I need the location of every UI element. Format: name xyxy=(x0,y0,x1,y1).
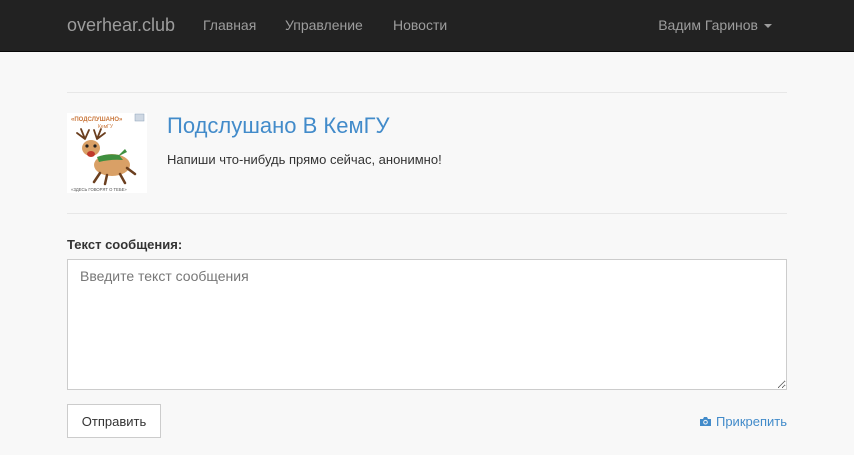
message-field-label: Текст сообщения: xyxy=(67,237,183,252)
attach-link[interactable]: Прикрепить xyxy=(699,414,787,429)
user-menu-dropdown[interactable]: Вадим Гаринов xyxy=(658,17,772,33)
group-title-link[interactable]: Подслушано В КемГУ xyxy=(167,113,389,139)
nav-link-home[interactable]: Главная xyxy=(203,17,256,33)
nav-link-news[interactable]: Новости xyxy=(393,17,447,33)
divider-top xyxy=(67,92,787,93)
brand-link[interactable]: overhear.club xyxy=(67,15,175,36)
divider-middle xyxy=(67,213,787,214)
caret-down-icon xyxy=(764,24,772,29)
logo-bottom-text: «ЗДЕСЬ ГОВОРЯТ О ТЕБЕ» xyxy=(71,187,127,192)
reindeer-logo-image: «ПОДСЛУШАНО» КемГУ «ЗДЕСЬ ГОВОРЯТ О ТЕБЕ… xyxy=(67,113,147,193)
nav-link-management[interactable]: Управление xyxy=(285,17,363,33)
top-navbar: overhear.club Главная Управление Новости… xyxy=(0,0,854,52)
logo-top-text: «ПОДСЛУШАНО» xyxy=(71,117,123,123)
group-description: Напиши что-нибудь прямо сейчас, анонимно… xyxy=(167,152,442,167)
attach-label: Прикрепить xyxy=(715,414,787,429)
user-name: Вадим Гаринов xyxy=(658,17,758,33)
message-textarea[interactable] xyxy=(67,259,787,390)
group-logo: «ПОДСЛУШАНО» КемГУ «ЗДЕСЬ ГОВОРЯТ О ТЕБЕ… xyxy=(67,113,147,193)
camera-icon xyxy=(699,417,711,426)
send-button[interactable]: Отправить xyxy=(67,404,161,438)
